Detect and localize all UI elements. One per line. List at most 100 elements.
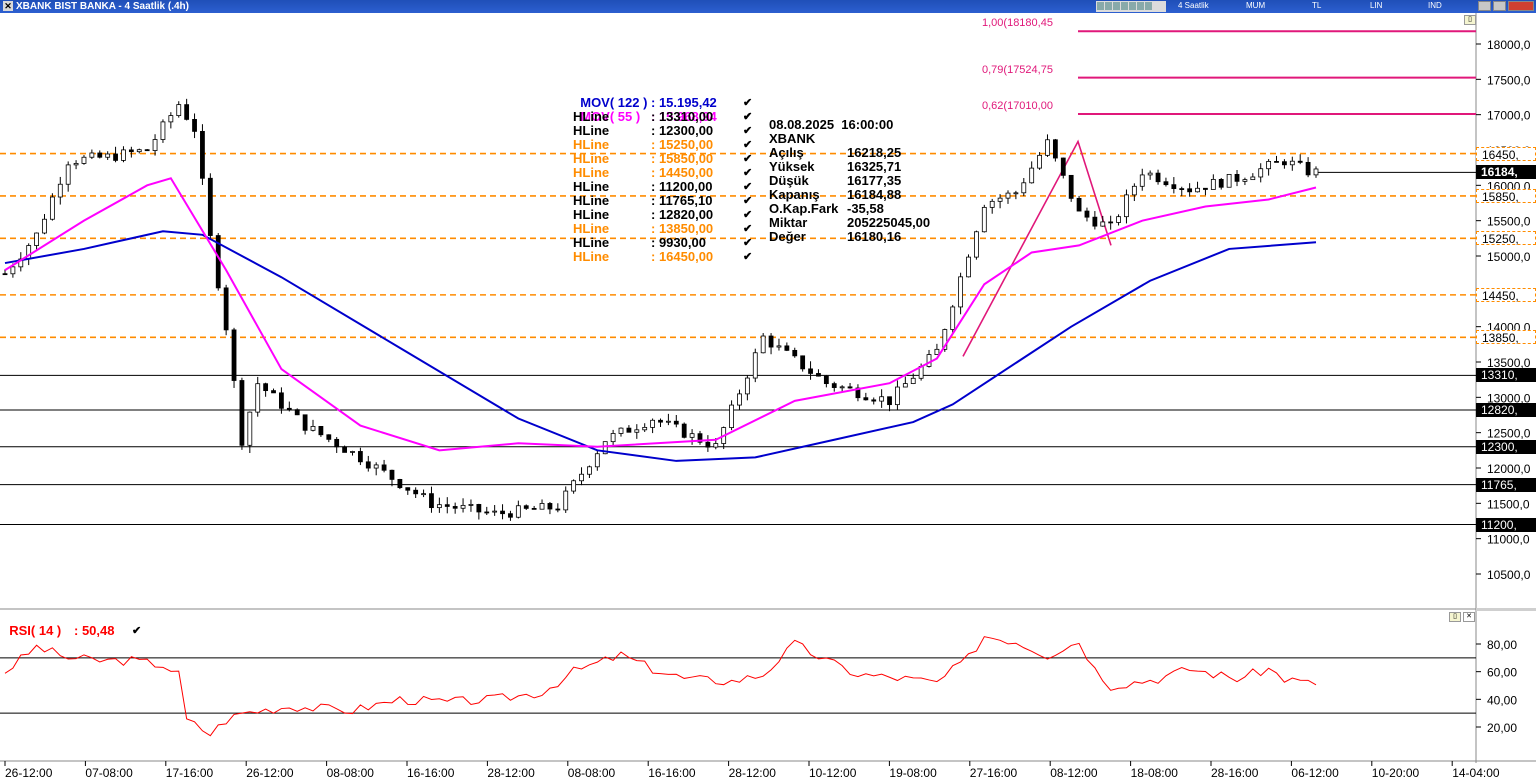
candle-body: [460, 504, 466, 509]
candle-body: [1092, 216, 1098, 227]
check-icon[interactable]: ✔: [743, 208, 752, 222]
candle-body: [397, 479, 403, 489]
minimize-icon[interactable]: [1478, 1, 1491, 11]
candle-body: [1195, 187, 1200, 193]
candle-body: [981, 206, 987, 233]
scale-button[interactable]: LIN: [1370, 1, 1382, 11]
candle-body: [65, 164, 71, 185]
check-icon[interactable]: ✔: [743, 194, 752, 208]
candle-body: [658, 419, 663, 423]
price-tick-label: 12500,0: [1487, 427, 1531, 441]
price-tick-label: 18000,0: [1487, 38, 1531, 52]
candle-body: [1218, 178, 1224, 188]
info-row: Kapanış 16184,88: [769, 188, 901, 202]
chart-type-button[interactable]: MUM: [1246, 1, 1265, 11]
candle-body: [1210, 178, 1216, 190]
period-button[interactable]: 4 Saatlik: [1178, 1, 1209, 11]
check-icon[interactable]: ✔: [743, 96, 752, 110]
check-icon[interactable]: ✔: [743, 138, 752, 152]
candle-body: [1297, 160, 1303, 163]
time-tick-label: 17-16:00: [166, 766, 214, 779]
rsi-scale-icon[interactable]: ▯: [1449, 612, 1461, 622]
candle-body: [831, 383, 837, 388]
candle-body: [1242, 179, 1248, 182]
candle-body: [895, 386, 900, 406]
legend-hline-value: : 15850,00: [651, 151, 714, 166]
price-pane: [0, 13, 1476, 608]
legend-hline: HLine: 13850,00 ✔: [573, 222, 752, 236]
price-tick-label: 11000,0: [1487, 533, 1530, 547]
candle-body: [508, 513, 513, 518]
rsi-value: : 50,48: [74, 623, 115, 638]
legend-hline: HLine: 14450,00 ✔: [573, 166, 752, 180]
candle-body: [760, 335, 766, 354]
price-tag: 13850,: [1476, 330, 1536, 345]
candle-body: [523, 505, 529, 509]
candle-body: [207, 177, 213, 236]
rsi-legend: RSI( 14 ): 50,48 ✔: [2, 610, 141, 638]
candle-body: [136, 149, 142, 153]
close-icon[interactable]: ✕: [3, 1, 13, 11]
scale-toggle-icon[interactable]: ▯: [1464, 15, 1476, 25]
candle-body: [1163, 181, 1169, 186]
time-tick-label: 27-16:00: [970, 766, 1018, 779]
candle-body: [89, 152, 95, 158]
candle-body: [879, 396, 885, 402]
candle-body: [1305, 161, 1311, 176]
time-tick-label: 26-12:00: [5, 766, 53, 779]
window-close-icon[interactable]: [1508, 1, 1534, 11]
candle-body: [1116, 216, 1121, 223]
info-row: Değer 16180,16: [769, 230, 901, 244]
rsi-close-icon[interactable]: ✕: [1463, 612, 1475, 622]
candle-body: [1037, 154, 1042, 169]
candle-body: [1313, 168, 1319, 176]
check-icon[interactable]: ✔: [743, 236, 752, 250]
candle-body: [192, 119, 197, 132]
candle-body: [49, 196, 55, 220]
price-tick-label: 17500,0: [1487, 73, 1531, 87]
candle-body: [334, 438, 340, 448]
maximize-icon[interactable]: [1493, 1, 1506, 11]
check-icon[interactable]: ✔: [743, 124, 752, 138]
check-icon[interactable]: ✔: [743, 180, 752, 194]
legend-hline: HLine: 16450,00 ✔: [573, 250, 752, 264]
info-value: -35,58: [847, 201, 884, 216]
check-icon[interactable]: ✔: [132, 624, 141, 638]
check-icon[interactable]: ✔: [743, 222, 752, 236]
candle-body: [1282, 161, 1287, 166]
toolbar-icons[interactable]: [1096, 1, 1166, 12]
chart-canvas[interactable]: 18000,017500,017000,016500,016000,015500…: [0, 13, 1536, 779]
candle-body: [910, 377, 916, 384]
price-tag: 16184,: [1476, 165, 1536, 180]
price-tag: 14450,: [1476, 287, 1536, 303]
candle-body: [1100, 221, 1106, 227]
currency-button[interactable]: TL: [1312, 1, 1321, 11]
check-icon[interactable]: ✔: [743, 152, 752, 166]
candle-body: [113, 153, 118, 161]
candle-body: [1234, 173, 1240, 182]
candle-body: [729, 404, 734, 428]
candle-body: [1005, 192, 1011, 199]
candle-body: [579, 473, 584, 482]
legend-hline-label: HLine: [573, 193, 610, 208]
time-tick-label: 16-16:00: [407, 766, 455, 779]
candle-body: [974, 231, 979, 258]
indicator-button[interactable]: IND: [1428, 1, 1442, 11]
candle-body: [1266, 161, 1272, 170]
time-tick-label: 10-12:00: [809, 766, 857, 779]
legend-hline-value: : 14450,00: [651, 165, 714, 180]
candle-body: [1052, 139, 1058, 159]
check-icon[interactable]: ✔: [743, 110, 752, 124]
candle-body: [373, 464, 379, 469]
candle-body: [847, 386, 853, 389]
candle-body: [665, 420, 671, 423]
info-value: 16180,16: [847, 229, 902, 244]
fib-label: 1,00(18180,45: [982, 17, 1053, 30]
info-datetime: 08.08.2025 16:00:00: [769, 117, 894, 132]
check-icon[interactable]: ✔: [743, 250, 752, 264]
check-icon[interactable]: ✔: [743, 166, 752, 180]
candle-body: [350, 451, 355, 453]
info-label: Açılış: [769, 145, 804, 160]
candle-body: [121, 149, 126, 161]
candle-body: [816, 373, 821, 377]
